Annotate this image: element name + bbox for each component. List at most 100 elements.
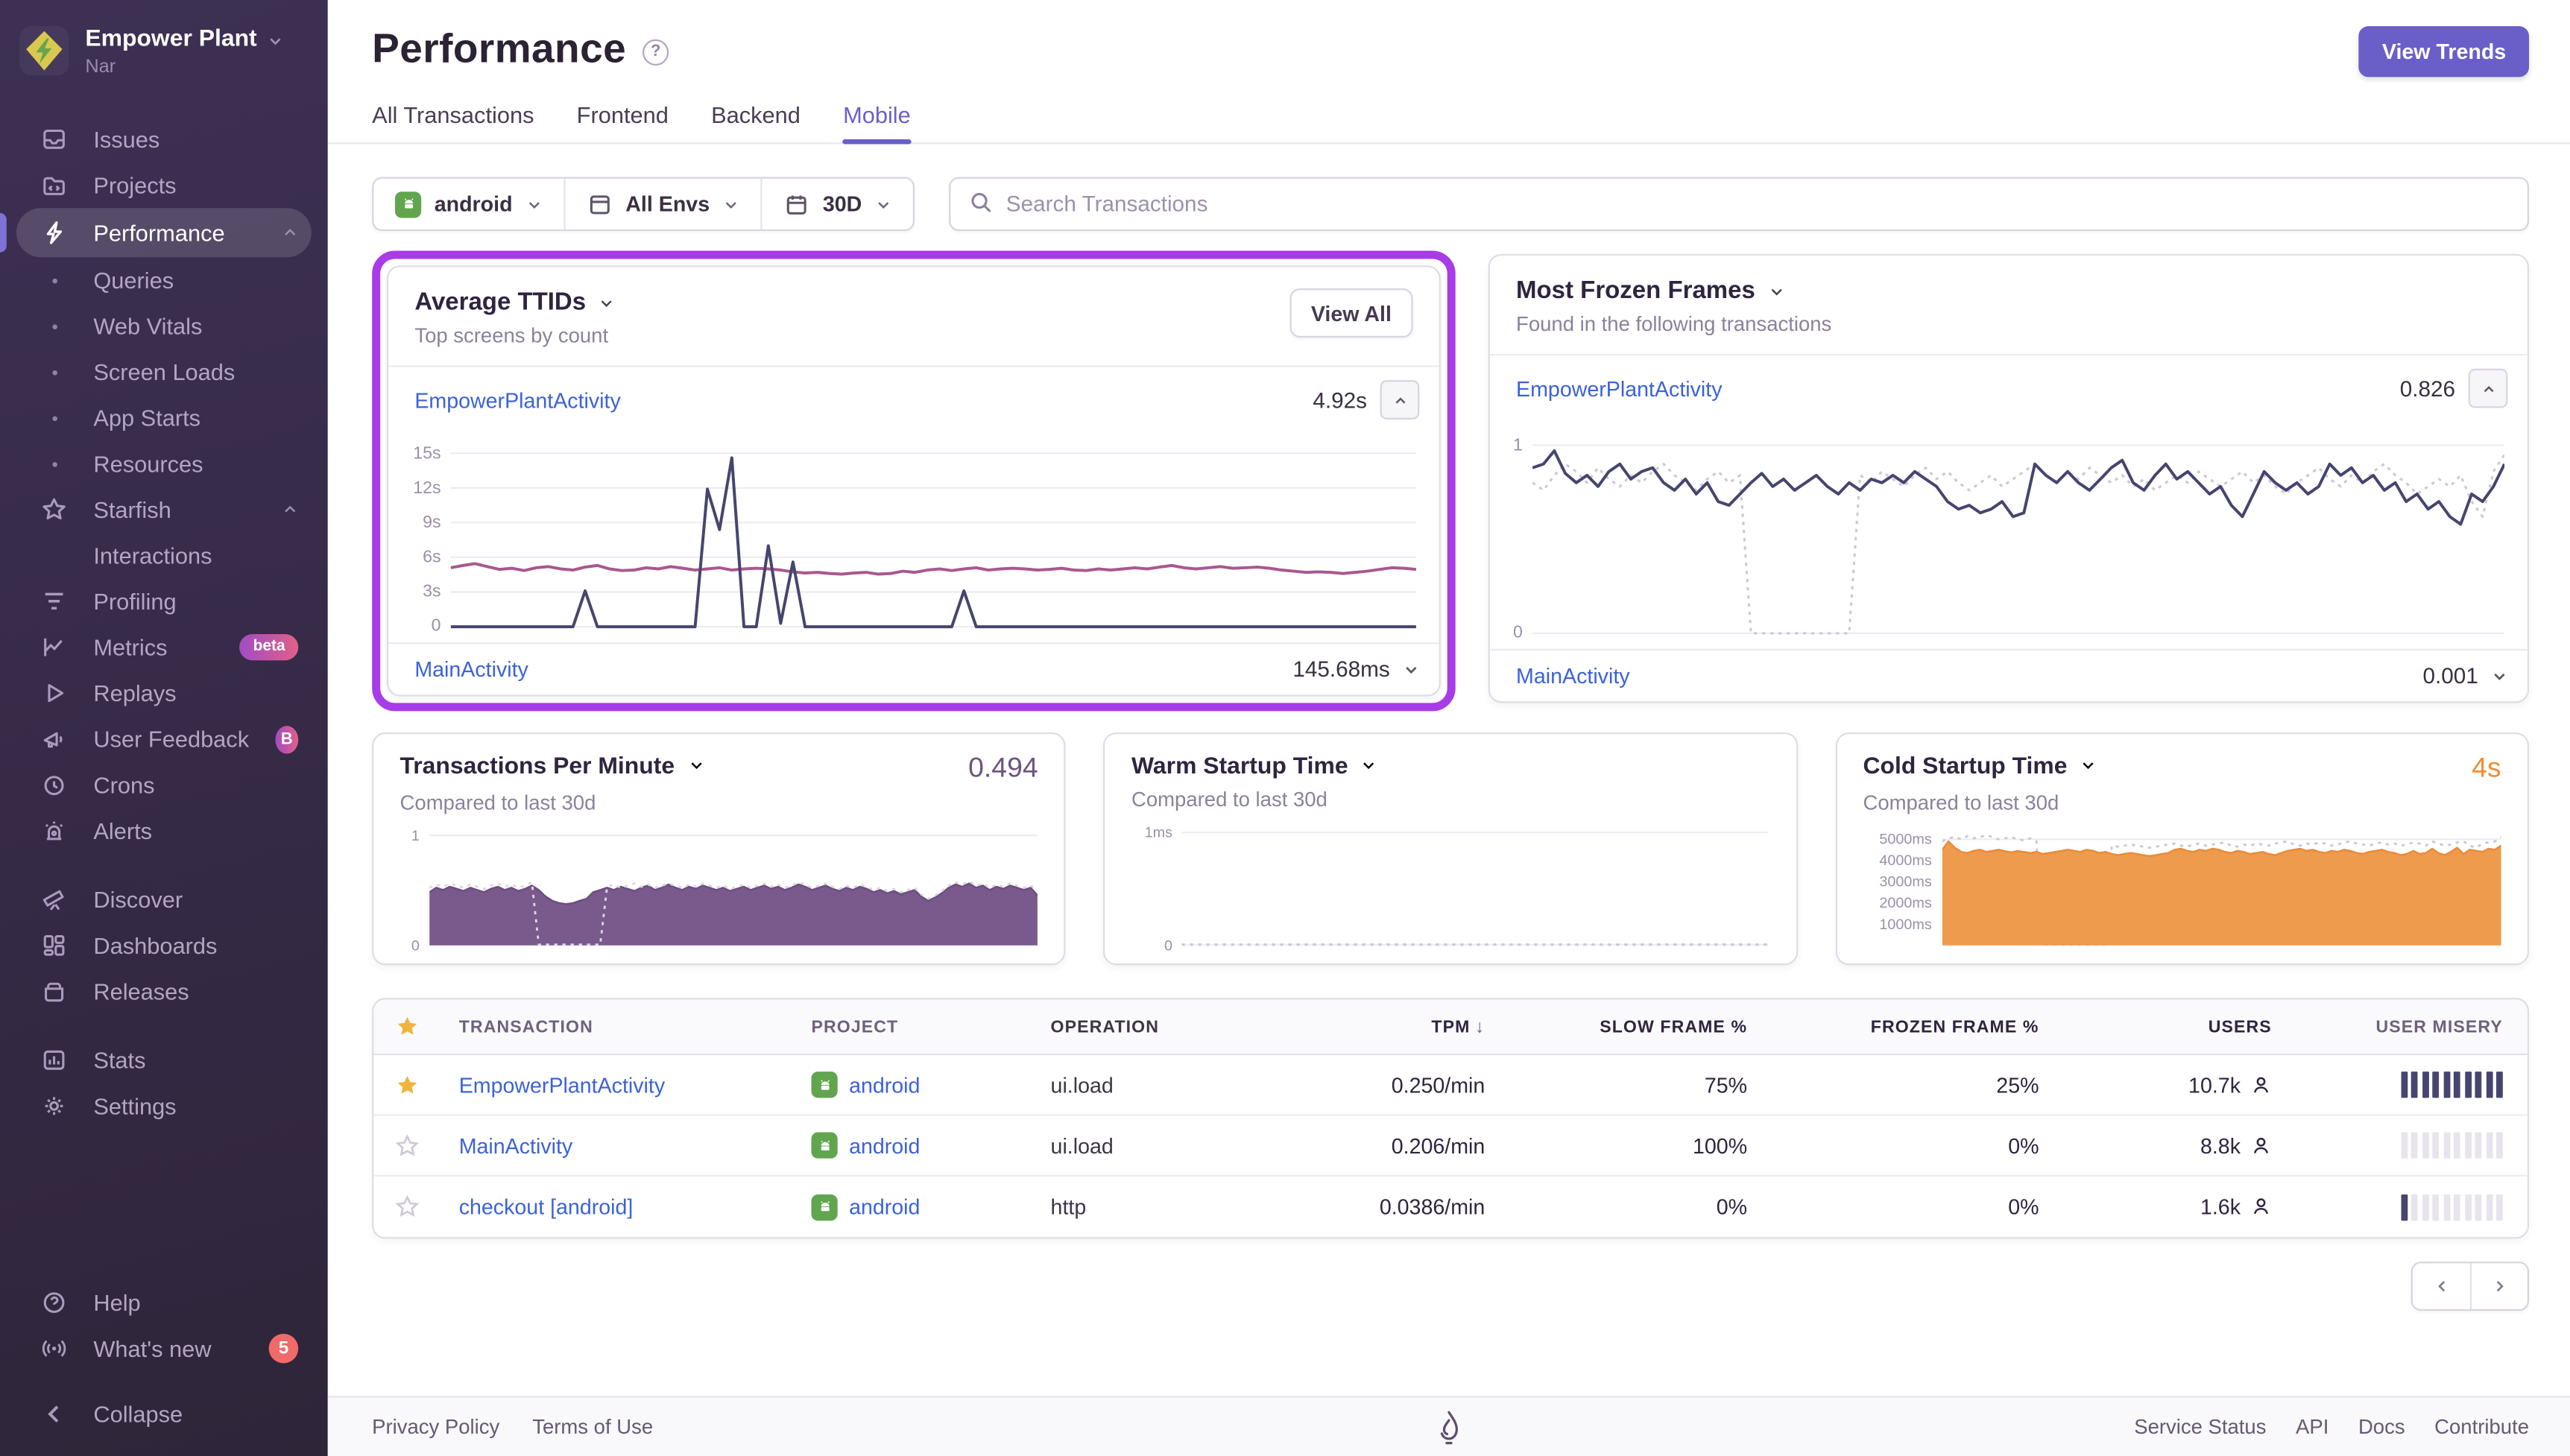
average-ttids-chart[interactable] [451,439,1416,629]
warm-startup-chart[interactable] [1182,821,1769,947]
project-link[interactable]: android [849,1072,920,1097]
tab-backend[interactable]: Backend [711,101,801,142]
cold-startup-value: 4s [2472,752,2501,785]
column-header-user-misery[interactable]: USER MISERY [2272,1016,2503,1036]
most-frozen-frames-title-dropdown[interactable]: Most Frozen Frames [1516,277,1831,305]
sidebar-item-stats[interactable]: Stats [16,1037,312,1083]
column-header-transaction[interactable]: TRANSACTION [441,1016,812,1036]
sidebar-item-app-starts[interactable]: App Starts [16,395,312,441]
sidebar-item-starfish[interactable]: Starfish [16,487,312,533]
transaction-link[interactable]: MainActivity [1516,664,1630,689]
favorite-star[interactable] [373,1194,441,1219]
sidebar-item-settings[interactable]: Settings [16,1083,312,1130]
collapse-sidebar-button[interactable]: Collapse [16,1391,312,1437]
favorite-star[interactable] [373,1133,441,1158]
sidebar-item-label: Starfish [93,496,171,522]
sidebar-item-what-s-new[interactable]: What's new5 [16,1326,312,1372]
badge-metrics: beta [240,634,298,660]
help-icon[interactable]: ? [642,39,669,65]
date-range-label: 30D [823,192,862,216]
expand-chevron-icon[interactable] [2491,668,2507,684]
expand-chevron-icon[interactable] [1403,661,1419,677]
most-frozen-frames-chart[interactable] [1532,428,2504,636]
y-tick-label: 1 [1513,435,1523,455]
operation-cell: ui.load [1051,1133,1297,1158]
transaction-link[interactable]: checkout [android] [459,1194,634,1219]
card-subtitle: Found in the following transactions [1516,313,1831,336]
tab-frontend[interactable]: Frontend [577,101,669,142]
sidebar-item-replays[interactable]: Replays [16,670,312,716]
transaction-link[interactable]: MainActivity [414,657,528,682]
search-input[interactable] [949,177,2529,231]
sidebar-item-web-vitals[interactable]: Web Vitals [16,303,312,349]
sidebar-item-discover[interactable]: Discover [16,876,312,922]
sidebar-item-dashboards[interactable]: Dashboards [16,922,312,969]
ttid-value: 4.92s [1313,387,1367,412]
transaction-link[interactable]: MainActivity [459,1133,573,1158]
column-header-frozen-frame[interactable]: FROZEN FRAME % [1747,1016,2039,1036]
cold-startup-title-dropdown[interactable]: Cold Startup Time [1863,752,2097,782]
footer-link-api[interactable]: API [2296,1416,2329,1439]
tab-mobile[interactable]: Mobile [843,101,911,142]
tpm-title-dropdown[interactable]: Transactions Per Minute [400,752,704,782]
sidebar-item-queries[interactable]: Queries [16,257,312,303]
warm-startup-title-dropdown[interactable]: Warm Startup Time [1131,752,1377,782]
footer-link-privacy-policy[interactable]: Privacy Policy [372,1416,499,1439]
sidebar-item-screen-loads[interactable]: Screen Loads [16,349,312,395]
transaction-link[interactable]: EmpowerPlantActivity [1516,376,1722,401]
column-header-project[interactable]: PROJECT [811,1016,1050,1036]
user-icon [2250,1196,2272,1218]
stats-icon [41,1047,67,1073]
footer-link-service-status[interactable]: Service Status [2134,1416,2266,1439]
column-header-operation[interactable]: OPERATION [1051,1016,1297,1036]
transaction-link[interactable]: EmpowerPlantActivity [414,387,620,412]
chevron-down-icon [1361,752,1377,782]
date-range-filter[interactable]: 30D [762,179,912,230]
sidebar-item-label: Collapse [93,1401,183,1427]
user-misery-bars [2400,1072,2502,1098]
sidebar-item-performance[interactable]: Performance [16,208,312,257]
sidebar-item-releases[interactable]: Releases [16,969,312,1015]
column-header-users[interactable]: USERS [2039,1016,2272,1036]
sidebar-item-interactions[interactable]: Interactions [16,533,312,579]
chevron-up-icon [282,501,298,518]
org-switcher[interactable]: Empower Plant Nar [0,0,328,93]
cold-startup-chart[interactable] [1942,824,2501,947]
sidebar-item-crons[interactable]: Crons [16,762,312,808]
project-link[interactable]: android [849,1194,920,1219]
card-most-frozen-frames: Most Frozen Frames Found in the followin… [1488,254,2529,703]
footer-link-contribute[interactable]: Contribute [2434,1416,2529,1439]
sidebar-item-label: Resources [93,451,203,477]
sidebar-item-projects[interactable]: Projects [16,162,312,209]
footer-link-terms-of-use[interactable]: Terms of Use [532,1416,653,1439]
y-tick-label: 0 [1164,937,1172,953]
sidebar-item-user-feedback[interactable]: User FeedbackB [16,716,312,762]
collapse-toggle-button[interactable] [2469,369,2508,408]
tpm-chart[interactable] [429,824,1038,947]
tab-all-transactions[interactable]: All Transactions [372,101,534,142]
column-header-tpm[interactable]: TPM↓ [1296,1016,1485,1036]
sidebar-item-issues[interactable]: Issues [16,116,312,162]
sidebar-item-resources[interactable]: Resources [16,441,312,487]
card-average-ttids: Average TTIDs Top screens by count View … [387,265,1441,696]
sidebar-item-metrics[interactable]: Metricsbeta [16,624,312,671]
previous-page-button[interactable] [2413,1263,2470,1309]
column-header-slow-frame[interactable]: SLOW FRAME % [1485,1016,1747,1036]
average-ttids-title-dropdown[interactable]: Average TTIDs [414,288,615,316]
chevron-down-icon [2080,752,2097,782]
favorite-star[interactable] [373,1072,441,1097]
environment-filter[interactable]: All Envs [565,179,763,230]
footer-link-docs[interactable]: Docs [2358,1416,2405,1439]
favorite-column-header[interactable] [373,1014,441,1039]
card-subtitle: Top screens by count [414,324,615,347]
collapse-toggle-button[interactable] [1380,380,1420,420]
sidebar-item-alerts[interactable]: Alerts [16,808,312,854]
project-filter[interactable]: android [373,179,565,230]
sidebar-item-profiling[interactable]: Profiling [16,578,312,624]
project-link[interactable]: android [849,1133,920,1158]
next-page-button[interactable] [2470,1263,2528,1309]
view-trends-button[interactable]: View Trends [2359,26,2529,77]
view-all-button[interactable]: View All [1289,288,1412,338]
sidebar-item-help[interactable]: Help [16,1279,312,1326]
transaction-link[interactable]: EmpowerPlantActivity [459,1072,665,1097]
